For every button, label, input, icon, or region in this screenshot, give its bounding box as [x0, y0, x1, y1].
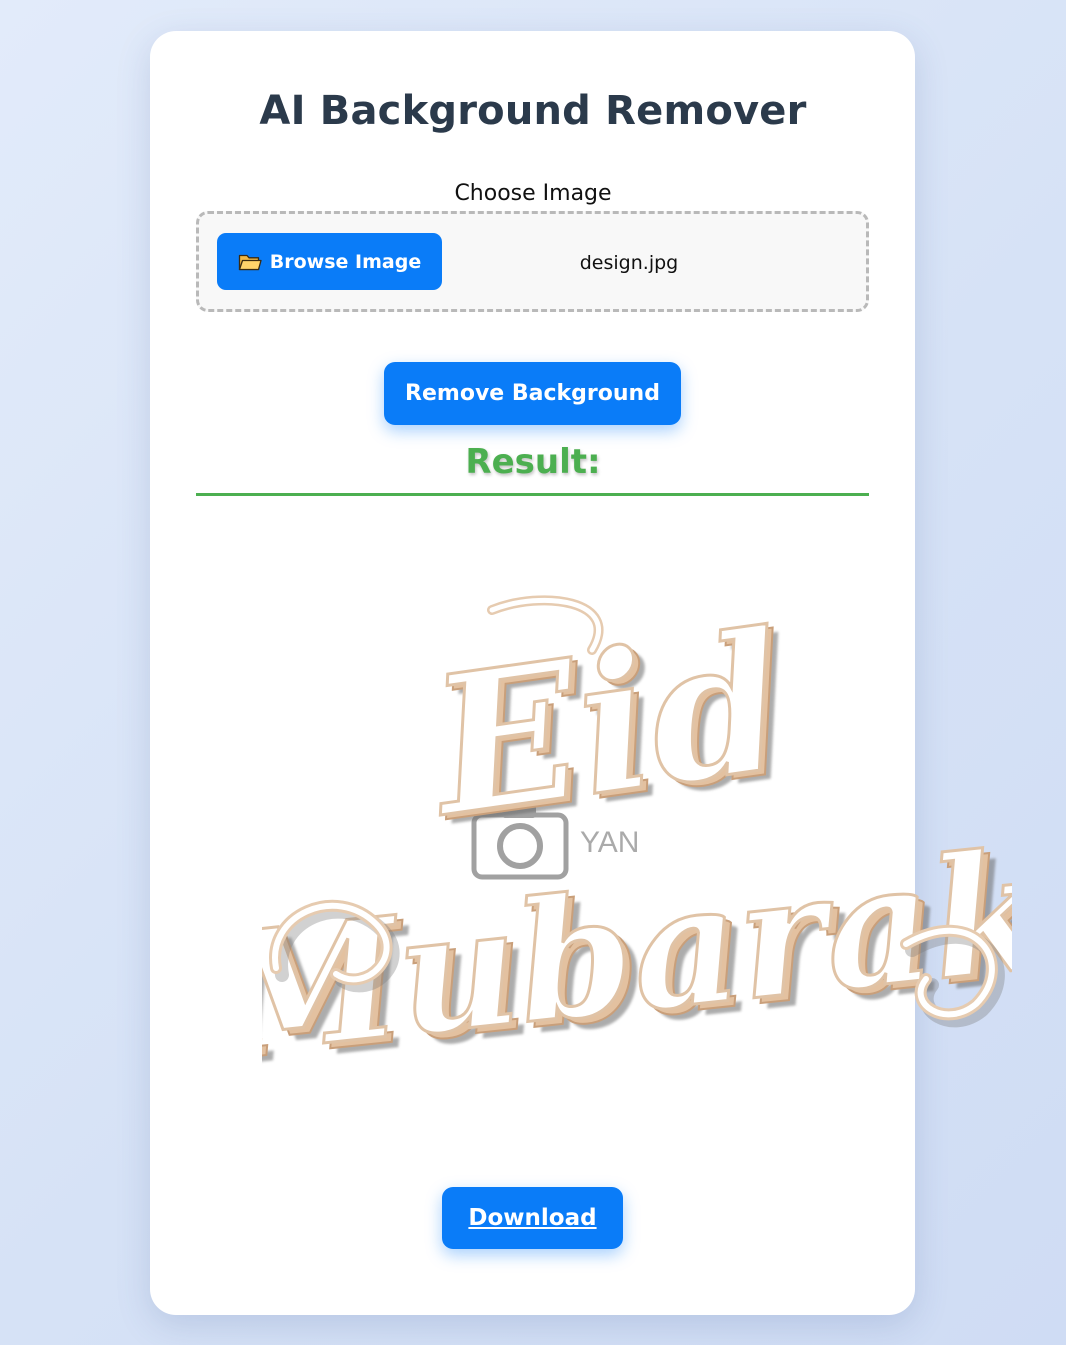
remove-background-button[interactable]: Remove Background [384, 362, 681, 425]
selected-file-name: design.jpg [579, 252, 679, 274]
download-button[interactable]: Download [442, 1187, 623, 1249]
page-title: AI Background Remover [259, 88, 807, 134]
choose-image-label: Choose Image [454, 181, 612, 206]
result-image: YAN Eid Eid Eid Mubarak Mubarak Mubarak [262, 590, 1012, 1100]
browse-image-label: Browse Image [269, 250, 422, 273]
file-upload-box[interactable]: Browse Image design.jpg [196, 211, 869, 312]
browse-image-button[interactable]: Browse Image [217, 233, 442, 290]
result-heading: Result: [465, 442, 601, 482]
result-divider [196, 493, 869, 496]
folder-icon [238, 254, 262, 270]
